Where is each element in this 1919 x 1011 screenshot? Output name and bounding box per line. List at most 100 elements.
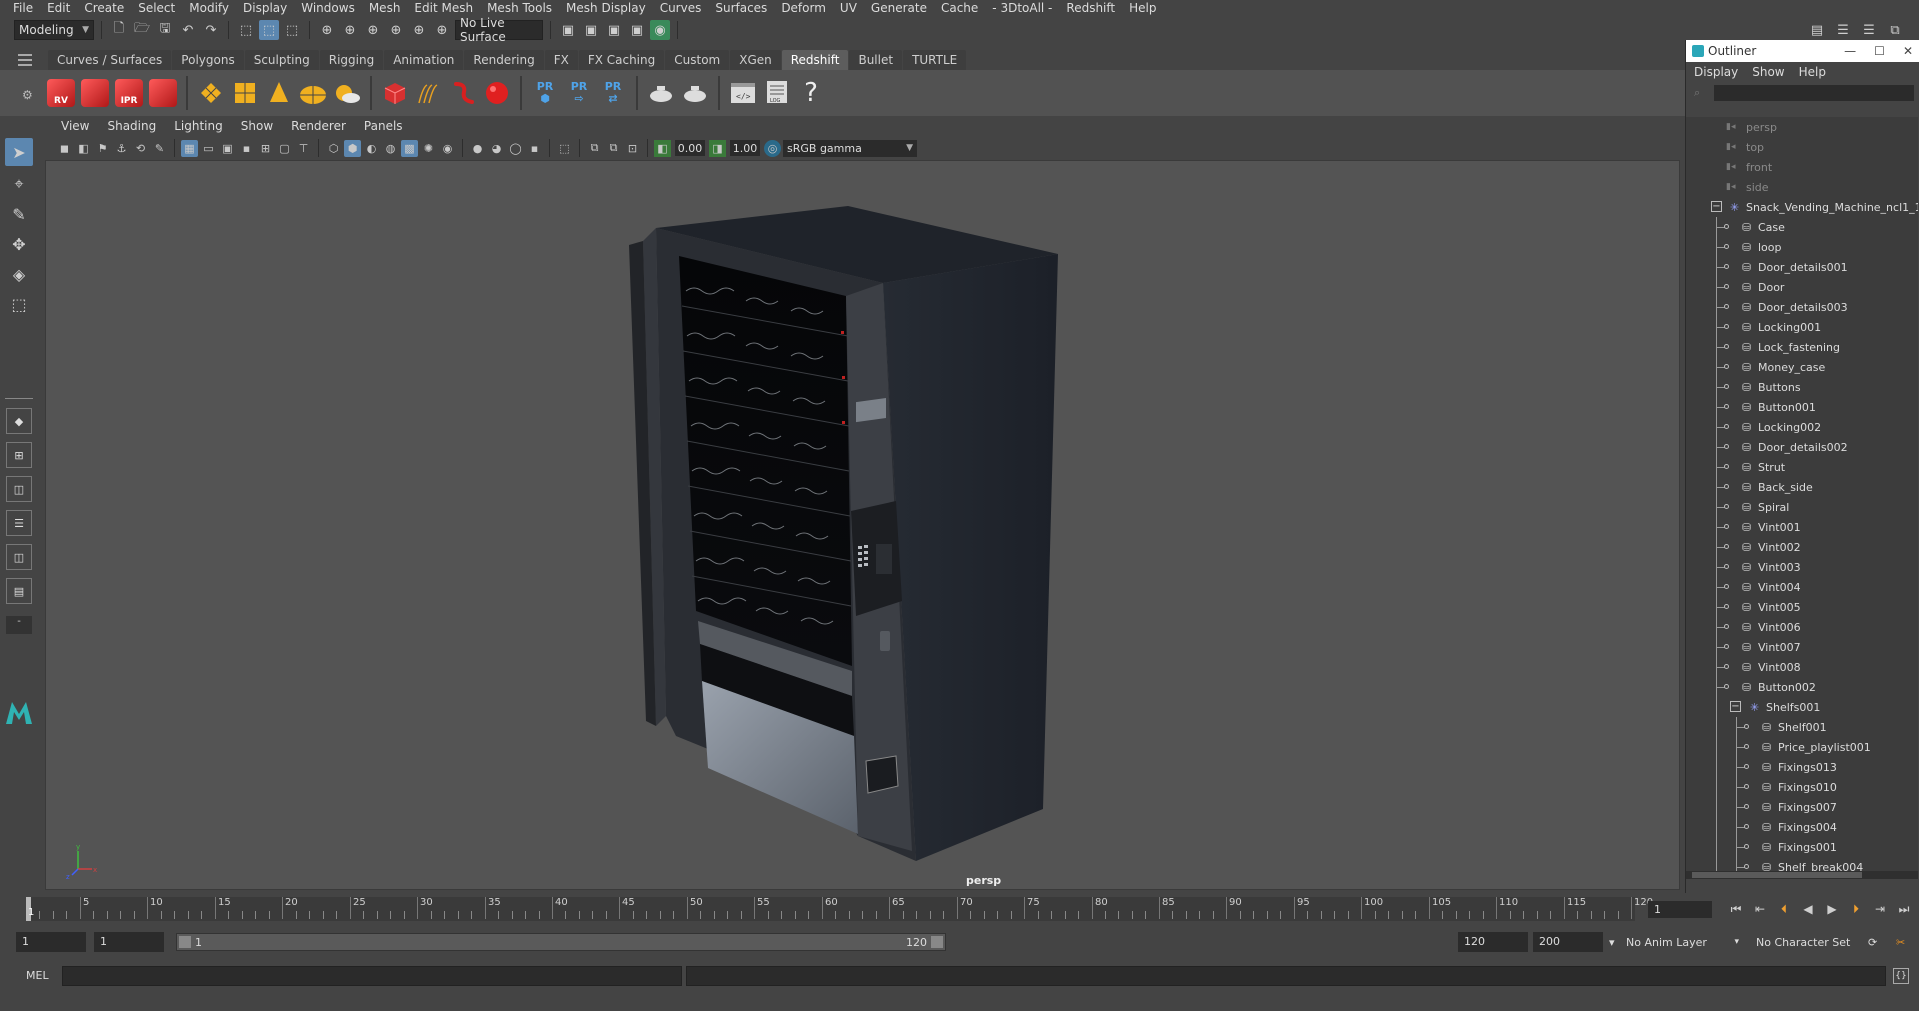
rs-sun-light-button[interactable]: [332, 76, 362, 110]
new-scene-icon[interactable]: 🗋: [109, 20, 129, 40]
outliner-row[interactable]: ⛁ Door_details003: [1686, 297, 1918, 317]
select-object-icon[interactable]: ⬚: [259, 20, 279, 40]
anti-aliasing-icon[interactable]: ◯: [507, 140, 524, 157]
exposure-icon[interactable]: ◧: [654, 139, 671, 157]
more-layouts-icon[interactable]: -: [6, 616, 32, 634]
filter-icon[interactable]: ⌕: [1694, 86, 1700, 100]
pr-button-3[interactable]: PR ⇄: [598, 76, 628, 110]
outliner-row[interactable]: ⛁ Vint005: [1686, 597, 1918, 617]
maximize-icon[interactable]: ☐: [1874, 44, 1885, 58]
use-all-lights-icon[interactable]: ✺: [420, 140, 437, 157]
script-editor-button[interactable]: </>: [728, 76, 758, 110]
visibility-dot[interactable]: [1724, 624, 1729, 629]
animation-end-field[interactable]: 200: [1533, 932, 1603, 952]
wireframe-icon[interactable]: ⬡: [325, 140, 342, 157]
shelf-menu-icon[interactable]: [18, 54, 32, 66]
outliner-row[interactable]: ⛁ Lock_fastening: [1686, 337, 1918, 357]
menu-item[interactable]: Display: [236, 0, 294, 17]
visibility-dot[interactable]: [1744, 784, 1749, 789]
time-slider-track[interactable]: 5 10 15 20 25 30 35 40 45 50 55 60 65 70 75 80 85 90 95 100…: [26, 897, 1653, 921]
minimize-icon[interactable]: —: [1844, 44, 1856, 58]
single-perspective-layout-icon[interactable]: ◆: [6, 408, 32, 434]
go-to-end-icon[interactable]: ⏭: [1894, 900, 1914, 918]
exposure-field[interactable]: 0.00: [675, 140, 705, 156]
visibility-dot[interactable]: [1724, 284, 1729, 289]
rs-render-button[interactable]: [80, 76, 110, 110]
menu-item[interactable]: Select: [131, 0, 182, 17]
visibility-dot[interactable]: [1724, 344, 1729, 349]
gate-mask-icon[interactable]: ▪: [238, 140, 255, 157]
visibility-dot[interactable]: [1744, 864, 1749, 869]
film-gate-icon[interactable]: ▭: [200, 140, 217, 157]
tool-settings-icon[interactable]: ☰: [1859, 20, 1879, 40]
isolate-select-icon[interactable]: ⬚: [556, 140, 573, 157]
viewport-menu-item[interactable]: Renderer: [282, 119, 355, 133]
hypershade-icon[interactable]: ◉: [650, 20, 670, 40]
outliner-row[interactable]: ⛁ Fixings004: [1686, 817, 1918, 837]
2d-pan-zoom-icon[interactable]: ⟲: [132, 140, 149, 157]
playback-end-field[interactable]: 120: [1458, 932, 1528, 952]
shelf-tab[interactable]: XGen: [730, 50, 781, 70]
shelf-tab[interactable]: Polygons: [172, 50, 244, 70]
rs-hair-button[interactable]: [414, 76, 444, 110]
camera-attributes-icon[interactable]: ◧: [75, 140, 92, 157]
menu-item[interactable]: Create: [77, 0, 131, 17]
rs-area-light-button[interactable]: [196, 76, 226, 110]
menu-item[interactable]: - 3DtoAll -: [985, 0, 1059, 17]
redo-icon[interactable]: ↷: [201, 20, 221, 40]
resolution-gate-icon[interactable]: ▣: [219, 140, 236, 157]
modeling-toolkit-icon[interactable]: ▤: [1807, 20, 1827, 40]
menu-item[interactable]: Help: [1122, 0, 1163, 17]
log-button[interactable]: LOG: [762, 76, 792, 110]
pr-button-1[interactable]: PR ⬢: [530, 76, 560, 110]
default-material-icon[interactable]: ◐: [363, 140, 380, 157]
motion-blur-icon[interactable]: ◕: [488, 140, 505, 157]
xray-components-icon[interactable]: ⊡: [624, 140, 641, 157]
rs-settings-button[interactable]: [148, 76, 178, 110]
outliner-group-row[interactable]: − ✳ Shelfs001: [1686, 697, 1918, 717]
step-back-key-icon[interactable]: ⇤: [1750, 900, 1770, 918]
visibility-dot[interactable]: [1724, 324, 1729, 329]
screen-space-ao-icon[interactable]: ●: [469, 140, 486, 157]
visibility-dot[interactable]: [1744, 724, 1749, 729]
select-component-icon[interactable]: ⬚: [282, 20, 302, 40]
shelf-tab[interactable]: Animation: [384, 50, 464, 70]
playback-start-field[interactable]: 1: [94, 932, 164, 952]
color-management-icon[interactable]: ◎: [764, 139, 781, 157]
grid-icon[interactable]: ▦: [181, 139, 198, 157]
visibility-dot[interactable]: [1744, 804, 1749, 809]
menu-item[interactable]: File: [6, 0, 40, 17]
outliner-row[interactable]: ⛁ Vint007: [1686, 637, 1918, 657]
outliner-camera-row[interactable]: ▮◂ persp: [1686, 117, 1918, 137]
render-settings-icon[interactable]: ▣: [558, 20, 578, 40]
outliner-row[interactable]: ⛁ Vint003: [1686, 557, 1918, 577]
character-set-dropdown[interactable]: No Character Set: [1750, 932, 1870, 952]
close-icon[interactable]: ✕: [1903, 44, 1913, 58]
auto-key-settings-icon[interactable]: ⟳: [1862, 932, 1888, 952]
side-by-side-layout-icon[interactable]: ◫: [6, 476, 32, 502]
outliner-row[interactable]: ⛁ Strut: [1686, 457, 1918, 477]
viewport-canvas[interactable]: persp y x z: [45, 160, 1680, 890]
save-scene-icon[interactable]: 🖫: [155, 20, 175, 40]
mode-dropdown[interactable]: Modeling ▼: [14, 20, 94, 40]
live-surface-field[interactable]: No Live Surface: [455, 16, 543, 44]
menu-item[interactable]: Generate: [864, 0, 934, 17]
shelf-tab[interactable]: Redshift: [781, 50, 849, 70]
rs-render-view-button[interactable]: RV: [46, 76, 76, 110]
menu-item[interactable]: Windows: [294, 0, 362, 17]
outliner-row[interactable]: ⛁ Money_case: [1686, 357, 1918, 377]
outliner-menu-item[interactable]: Help: [1799, 65, 1826, 79]
visibility-dot[interactable]: [1744, 824, 1749, 829]
outliner-hscrollbar[interactable]: [1686, 871, 1918, 879]
menu-item[interactable]: Surfaces: [708, 0, 774, 17]
safe-action-icon[interactable]: ▢: [276, 140, 293, 157]
visibility-dot[interactable]: [1744, 844, 1749, 849]
menu-item[interactable]: UV: [833, 0, 864, 17]
field-chart-icon[interactable]: ⊞: [257, 140, 274, 157]
vertical-layout-icon[interactable]: ◫: [6, 544, 32, 570]
rs-dome-light-button[interactable]: [298, 76, 328, 110]
gamma-field[interactable]: 1.00: [730, 140, 760, 156]
step-back-frame-icon[interactable]: ⏴: [1774, 900, 1794, 918]
visibility-dot[interactable]: [1724, 684, 1729, 689]
range-bar[interactable]: 1 120: [176, 933, 946, 951]
